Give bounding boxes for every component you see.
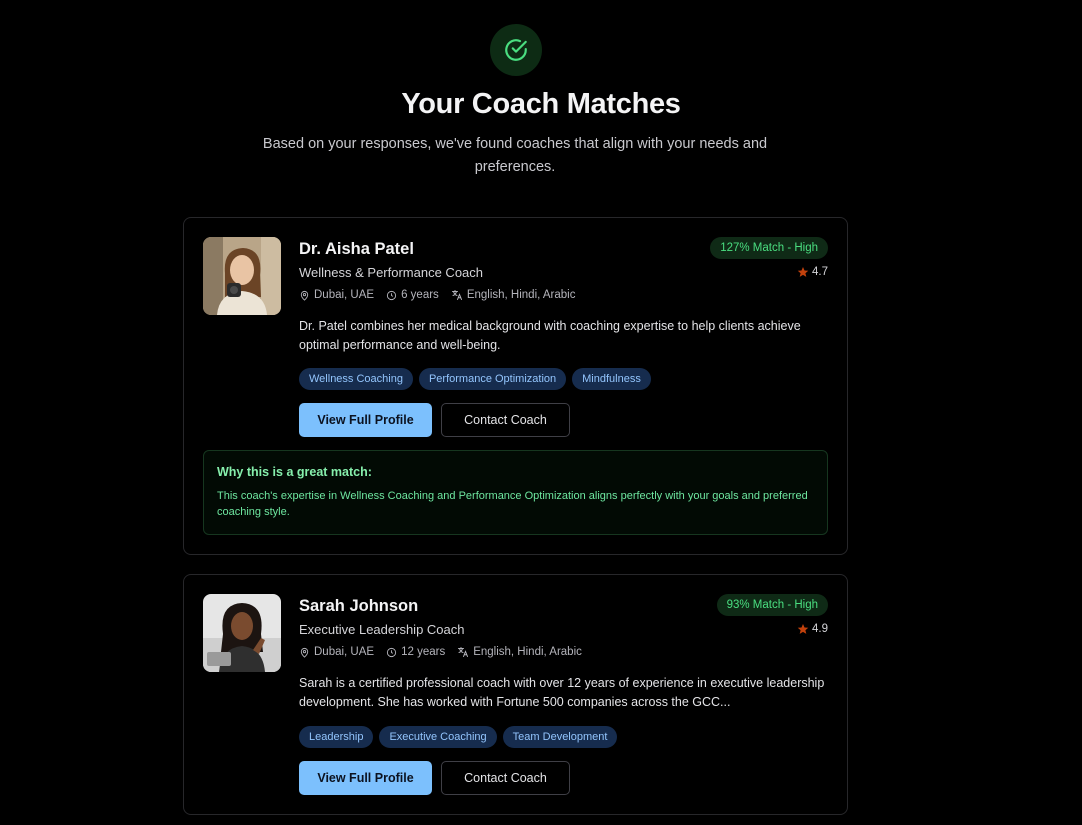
match-badge: 93% Match - High [716, 594, 828, 616]
map-pin-icon [300, 647, 309, 658]
specialty-tags: Leadership Executive Coaching Team Devel… [299, 726, 623, 748]
coach-name: Sarah Johnson [299, 597, 419, 615]
tag: Team Development [502, 726, 618, 748]
tag: Mindfulness [572, 368, 651, 390]
coach-title: Executive Leadership Coach [299, 622, 465, 637]
tag: Performance Optimization [418, 368, 567, 390]
location-text: Dubai, UAE [314, 646, 375, 658]
location: Dubai, UAE [299, 646, 374, 658]
match-badge: 127% Match - High [710, 237, 828, 259]
contact-coach-button[interactable]: Contact Coach [441, 761, 570, 795]
coach-bio: Dr. Patel combines her medical backgroun… [299, 319, 801, 352]
clock-icon [387, 647, 397, 657]
star-icon [797, 267, 809, 277]
coach-card: Dr. Aisha Patel Wellness & Performance C… [183, 217, 848, 555]
rating: 4.9 [797, 623, 828, 635]
tag: Executive Coaching [379, 726, 497, 748]
coach-bio: Sarah is a certified professional coach … [299, 676, 825, 709]
why-match-box: Why this is a great match: This coach's … [203, 450, 828, 535]
why-match-text: This coach's expertise in Wellness Coach… [217, 490, 808, 518]
check-circle-icon [490, 24, 542, 76]
experience: 12 years [386, 646, 445, 658]
translate-icon [458, 647, 469, 657]
languages: English, Hindi, Arabic [451, 289, 576, 301]
rating: 4.7 [797, 266, 828, 278]
coach-title: Wellness & Performance Coach [299, 265, 484, 280]
view-full-profile-button[interactable]: View Full Profile [299, 403, 432, 437]
page-subtitle: Based on your responses, we've found coa… [262, 136, 768, 175]
experience-text: 12 years [401, 646, 446, 658]
avatar [203, 594, 281, 672]
experience-text: 6 years [401, 289, 439, 301]
specialty-tags: Wellness Coaching Performance Optimizati… [299, 368, 657, 390]
experience: 6 years [386, 289, 439, 301]
why-match-title: Why this is a great match: [217, 465, 372, 479]
languages: English, Hindi, Arabic [457, 646, 582, 658]
view-full-profile-button[interactable]: View Full Profile [299, 761, 432, 795]
tag: Wellness Coaching [299, 368, 413, 390]
coach-matches-page: Your Coach Matches Based on your respons… [0, 0, 1082, 825]
languages-text: English, Hindi, Arabic [466, 289, 576, 301]
map-pin-icon [300, 290, 309, 301]
location-text: Dubai, UAE [314, 289, 375, 301]
rating-value: 4.7 [812, 266, 828, 278]
clock-icon [387, 290, 397, 300]
card-actions: View Full Profile Contact Coach [299, 761, 570, 795]
languages-text: English, Hindi, Arabic [473, 646, 582, 658]
page-title: Your Coach Matches [401, 88, 681, 120]
coach-meta: Dubai, UAE 6 years English, Hindi, Arabi… [299, 289, 587, 301]
coach-name: Dr. Aisha Patel [299, 240, 414, 258]
coach-card: Sarah Johnson Executive Leadership Coach… [183, 574, 848, 815]
tag: Leadership [299, 726, 374, 748]
rating-value: 4.9 [812, 623, 828, 635]
location: Dubai, UAE [299, 289, 374, 301]
contact-coach-button[interactable]: Contact Coach [441, 403, 570, 437]
avatar [203, 237, 281, 315]
star-icon [797, 624, 809, 634]
translate-icon [451, 290, 462, 300]
coach-meta: Dubai, UAE 12 years English, Hindi, Arab… [299, 646, 594, 658]
card-actions: View Full Profile Contact Coach [299, 403, 570, 437]
